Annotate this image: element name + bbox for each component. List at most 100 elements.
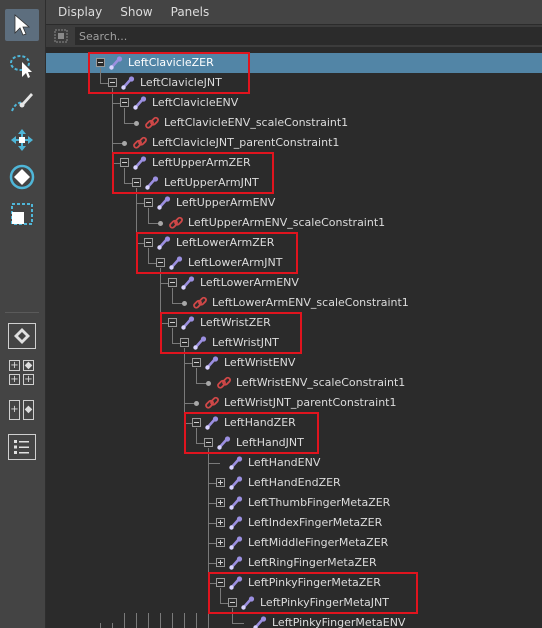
tree-connector — [124, 108, 125, 123]
layout-diamond-icon[interactable]: ◆ — [23, 360, 34, 371]
tree-item-label[interactable]: LeftLowerArmENV_scaleConstraint1 — [212, 296, 409, 310]
tree-connector — [208, 463, 220, 464]
collapse-toggle[interactable] — [132, 178, 141, 187]
tree-row[interactable] — [46, 333, 542, 353]
tree-item-label[interactable]: LeftWristJNT — [212, 336, 279, 350]
tree-connector — [160, 613, 161, 628]
tree-connector — [172, 288, 173, 303]
tree-item-label[interactable]: LeftMiddleFingerMetaZER — [248, 536, 388, 550]
tree-item-label[interactable]: LeftHandJNT — [236, 436, 304, 450]
tree-item-label[interactable]: LeftUpperArmENV — [176, 196, 275, 210]
tree-connector — [184, 348, 185, 423]
constraint-icon — [145, 116, 159, 129]
collapse-toggle[interactable] — [120, 158, 129, 167]
single-layout-icon[interactable] — [8, 323, 36, 349]
collapse-toggle[interactable] — [108, 78, 117, 87]
joint-icon — [169, 256, 183, 270]
tree-connector — [148, 613, 149, 628]
scale-tool-icon[interactable] — [5, 198, 39, 230]
tree-item-label[interactable]: LeftWristENV — [224, 356, 295, 370]
tree-connector — [148, 248, 149, 263]
collapse-toggle[interactable] — [96, 58, 105, 67]
expand-toggle[interactable] — [216, 558, 225, 567]
tree-item-label[interactable]: LeftLowerArmZER — [176, 236, 274, 250]
tree-item-label[interactable]: LeftLowerArmENV — [200, 276, 299, 290]
collapse-toggle[interactable] — [216, 578, 225, 587]
tree-item-label[interactable]: LeftUpperArmZER — [152, 156, 251, 170]
tree-item-label[interactable]: LeftRingFingerMetaZER — [248, 556, 377, 570]
two-pane-diamond-icon[interactable]: ◆ — [23, 400, 34, 420]
collapse-toggle[interactable] — [120, 98, 129, 107]
collapse-toggle[interactable] — [180, 338, 189, 347]
tree-item-label[interactable]: LeftClavicleJNT — [140, 76, 222, 90]
collapse-toggle[interactable] — [156, 258, 165, 267]
tree-item-label[interactable]: LeftHandEndZER — [248, 476, 341, 490]
tree-item-label[interactable]: LeftClavicleENV_scaleConstraint1 — [164, 116, 348, 130]
tree-item-label[interactable]: LeftPinkyFingerMetaJNT — [260, 596, 389, 610]
move-tool-icon[interactable] — [5, 124, 39, 156]
tree-connector — [124, 613, 125, 628]
collapse-toggle[interactable] — [144, 198, 153, 207]
two-pane-layout-icon[interactable]: + — [9, 400, 20, 420]
joint-icon — [229, 456, 243, 470]
collapse-toggle[interactable] — [144, 238, 153, 247]
tree-item-label[interactable]: LeftUpperArmJNT — [164, 176, 259, 190]
expand-toggle[interactable] — [216, 478, 225, 487]
tree-row[interactable] — [46, 253, 542, 273]
tree-item-label[interactable]: LeftClavicleZER — [128, 56, 214, 70]
outliner-layout-icon[interactable] — [8, 434, 36, 460]
tree-item-label[interactable]: LeftIndexFingerMetaZER — [248, 516, 382, 530]
tree-item-label[interactable]: LeftClavicleJNT_parentConstraint1 — [152, 136, 339, 150]
tree-item-label[interactable]: LeftPinkyFingerMetaZER — [248, 576, 381, 590]
rotate-tool-icon[interactable] — [5, 161, 39, 193]
tree-item-label[interactable]: LeftHandENV — [248, 456, 320, 470]
constraint-icon — [133, 136, 147, 149]
joint-icon — [109, 56, 123, 70]
tree-item-label[interactable]: LeftWristENV_scaleConstraint1 — [236, 376, 405, 390]
collapse-toggle[interactable] — [192, 358, 201, 367]
layout-plus-icon[interactable]: + — [9, 374, 20, 385]
collapse-toggle[interactable] — [228, 598, 237, 607]
menu-show[interactable]: Show — [120, 5, 152, 19]
tree-item-label[interactable]: LeftClavicleENV — [152, 96, 238, 110]
tree-row[interactable] — [46, 193, 542, 213]
search-input[interactable] — [75, 27, 542, 45]
layout-plus-icon[interactable]: + — [23, 374, 34, 385]
tree-item-label[interactable]: LeftUpperArmENV_scaleConstraint1 — [188, 216, 385, 230]
tree-connector — [160, 268, 161, 323]
collapse-toggle[interactable] — [192, 418, 201, 427]
toggle-horizontal-bar — [230, 602, 235, 603]
select-tool-icon[interactable] — [5, 9, 39, 41]
filter-icon[interactable] — [54, 29, 68, 43]
constraint-icon — [193, 296, 207, 309]
collapse-toggle[interactable] — [204, 438, 213, 447]
tree-row[interactable] — [46, 233, 542, 253]
expand-toggle[interactable] — [216, 518, 225, 527]
expand-toggle[interactable] — [216, 538, 225, 547]
collapse-toggle[interactable] — [168, 278, 177, 287]
menu-display[interactable]: Display — [58, 5, 102, 19]
tree-item-label[interactable]: LeftHandZER — [224, 416, 296, 430]
leaf-dot — [194, 401, 199, 406]
layout-plus-icon[interactable]: + — [9, 360, 20, 371]
tree-row[interactable] — [46, 313, 542, 333]
tree-row[interactable] — [46, 173, 542, 193]
expand-toggle[interactable] — [216, 498, 225, 507]
tree-connector — [172, 613, 173, 628]
joint-icon — [121, 76, 135, 90]
tree-connector — [100, 68, 101, 83]
tree-item-label[interactable]: LeftLowerArmJNT — [188, 256, 282, 270]
tree-item-label[interactable]: LeftThumbFingerMetaZER — [248, 496, 390, 510]
tree-connector — [196, 368, 197, 383]
menu-panels[interactable]: Panels — [171, 5, 210, 19]
tree-item-label[interactable]: LeftPinkyFingerMetaENV — [272, 616, 405, 628]
tree-item-label[interactable]: LeftWristZER — [200, 316, 271, 330]
collapse-toggle[interactable] — [168, 318, 177, 327]
leaf-dot — [206, 381, 211, 386]
tree-connector — [220, 588, 221, 603]
tree-connector — [124, 168, 125, 183]
tree-item-label[interactable]: LeftWristJNT_parentConstraint1 — [224, 396, 396, 410]
toggle-horizontal-bar — [146, 202, 151, 203]
lasso-tool-icon[interactable] — [5, 50, 39, 82]
paint-select-tool-icon[interactable] — [5, 87, 39, 119]
